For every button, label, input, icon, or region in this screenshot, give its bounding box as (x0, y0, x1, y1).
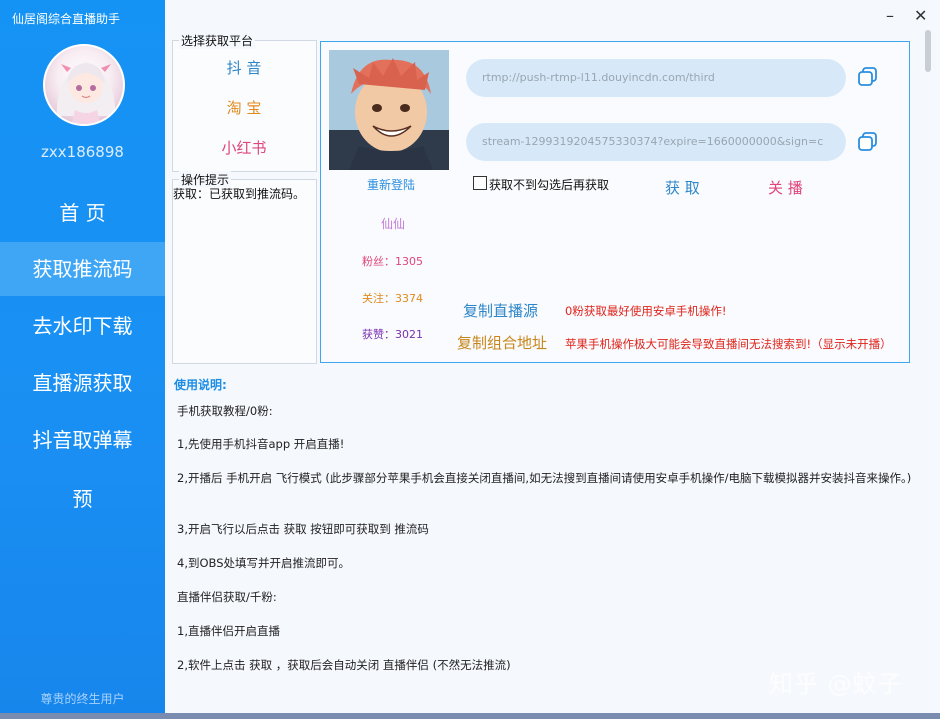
close-live-button[interactable]: 关 播 (768, 177, 803, 198)
relogin-link[interactable]: 重新登陆 (367, 176, 415, 193)
scrollbar-thumb[interactable] (925, 30, 931, 72)
app-title: 仙居阁综合直播助手 (12, 12, 121, 26)
instruction-line: 手机获取教程/0粉: (177, 404, 273, 418)
nav-live-source[interactable]: 直播源获取 (0, 356, 165, 410)
sidebar: 仙居阁综合直播助手 zxx186898 首 页 获取推流码 去水印下载 直播源获… (0, 0, 165, 719)
window-bottom-edge (0, 713, 940, 719)
android-note: 0粉获取最好使用安卓手机操作! (565, 304, 727, 318)
username: zxx186898 (41, 143, 124, 161)
live-cover-image (329, 50, 449, 170)
instructions-title: 使用说明: (174, 378, 227, 392)
zhihu-watermark: 知乎 @蚊子 (769, 670, 903, 698)
platform-xiaohongshu[interactable]: 小红书 (173, 137, 315, 158)
nav-preview[interactable]: 预 (0, 472, 165, 526)
user-tier: 尊贵的终生用户 (40, 692, 125, 706)
stream-key-field[interactable]: stream-1299319204575330374?expire=166000… (466, 123, 846, 161)
avatar[interactable] (43, 44, 125, 126)
follow-count: 关注：3374 (362, 292, 423, 305)
fans-count: 粉丝：1305 (362, 255, 423, 268)
copy-source-button[interactable]: 复制直播源 (463, 300, 538, 321)
instruction-line: 直播伴侣获取/千粉: (177, 590, 277, 604)
nav-remove-watermark[interactable]: 去水印下载 (0, 299, 165, 353)
tips-group: 获取：已获取到推流码。 (172, 179, 317, 364)
ios-warning: 苹果手机操作极大可能会导致直播间无法搜索到!（显示未开播） (565, 337, 892, 351)
retry-checkbox-label[interactable]: 获取不到勾选后再获取 (489, 176, 609, 193)
copy-key-icon[interactable] (857, 131, 879, 153)
copy-url-icon[interactable] (857, 66, 879, 88)
nav-get-stream-key[interactable]: 获取推流码 (0, 242, 165, 296)
close-icon[interactable]: ✕ (914, 6, 927, 25)
instruction-line: 1,先使用手机抖音app 开启直播! (177, 437, 345, 451)
instruction-line: 4,到OBS处填写并开启推流即可。 (177, 556, 351, 570)
push-url-field[interactable]: rtmp://push-rtmp-l11.douyincdn.com/third (466, 59, 846, 97)
instruction-line: 2,开播后 手机开启 飞行模式 (此步骤部分苹果手机会直接关闭直播间,如无法搜到… (177, 471, 912, 485)
retry-checkbox[interactable] (473, 176, 487, 190)
copy-combined-button[interactable]: 复制组合地址 (457, 332, 547, 353)
nav-douyin-danmaku[interactable]: 抖音取弹幕 (0, 413, 165, 467)
tips-group-legend: 操作提示 (179, 171, 232, 188)
scrollbar[interactable] (925, 30, 933, 710)
platform-group-legend: 选择获取平台 (179, 32, 256, 49)
platform-taobao[interactable]: 淘 宝 (173, 97, 315, 118)
nav-home[interactable]: 首 页 (0, 186, 165, 240)
platform-group: 抖 音 淘 宝 小红书 (172, 40, 317, 172)
minimize-icon[interactable]: – (886, 6, 894, 25)
instruction-line: 3,开启飞行以后点击 获取 按钮即可获取到 推流码 (177, 522, 429, 536)
likes-count: 获赞：3021 (362, 328, 423, 341)
nickname-label: 仙仙 (381, 217, 406, 231)
get-button[interactable]: 获 取 (665, 177, 700, 198)
instruction-line: 1,直播伴侣开启直播 (177, 624, 280, 638)
platform-douyin[interactable]: 抖 音 (173, 57, 315, 78)
